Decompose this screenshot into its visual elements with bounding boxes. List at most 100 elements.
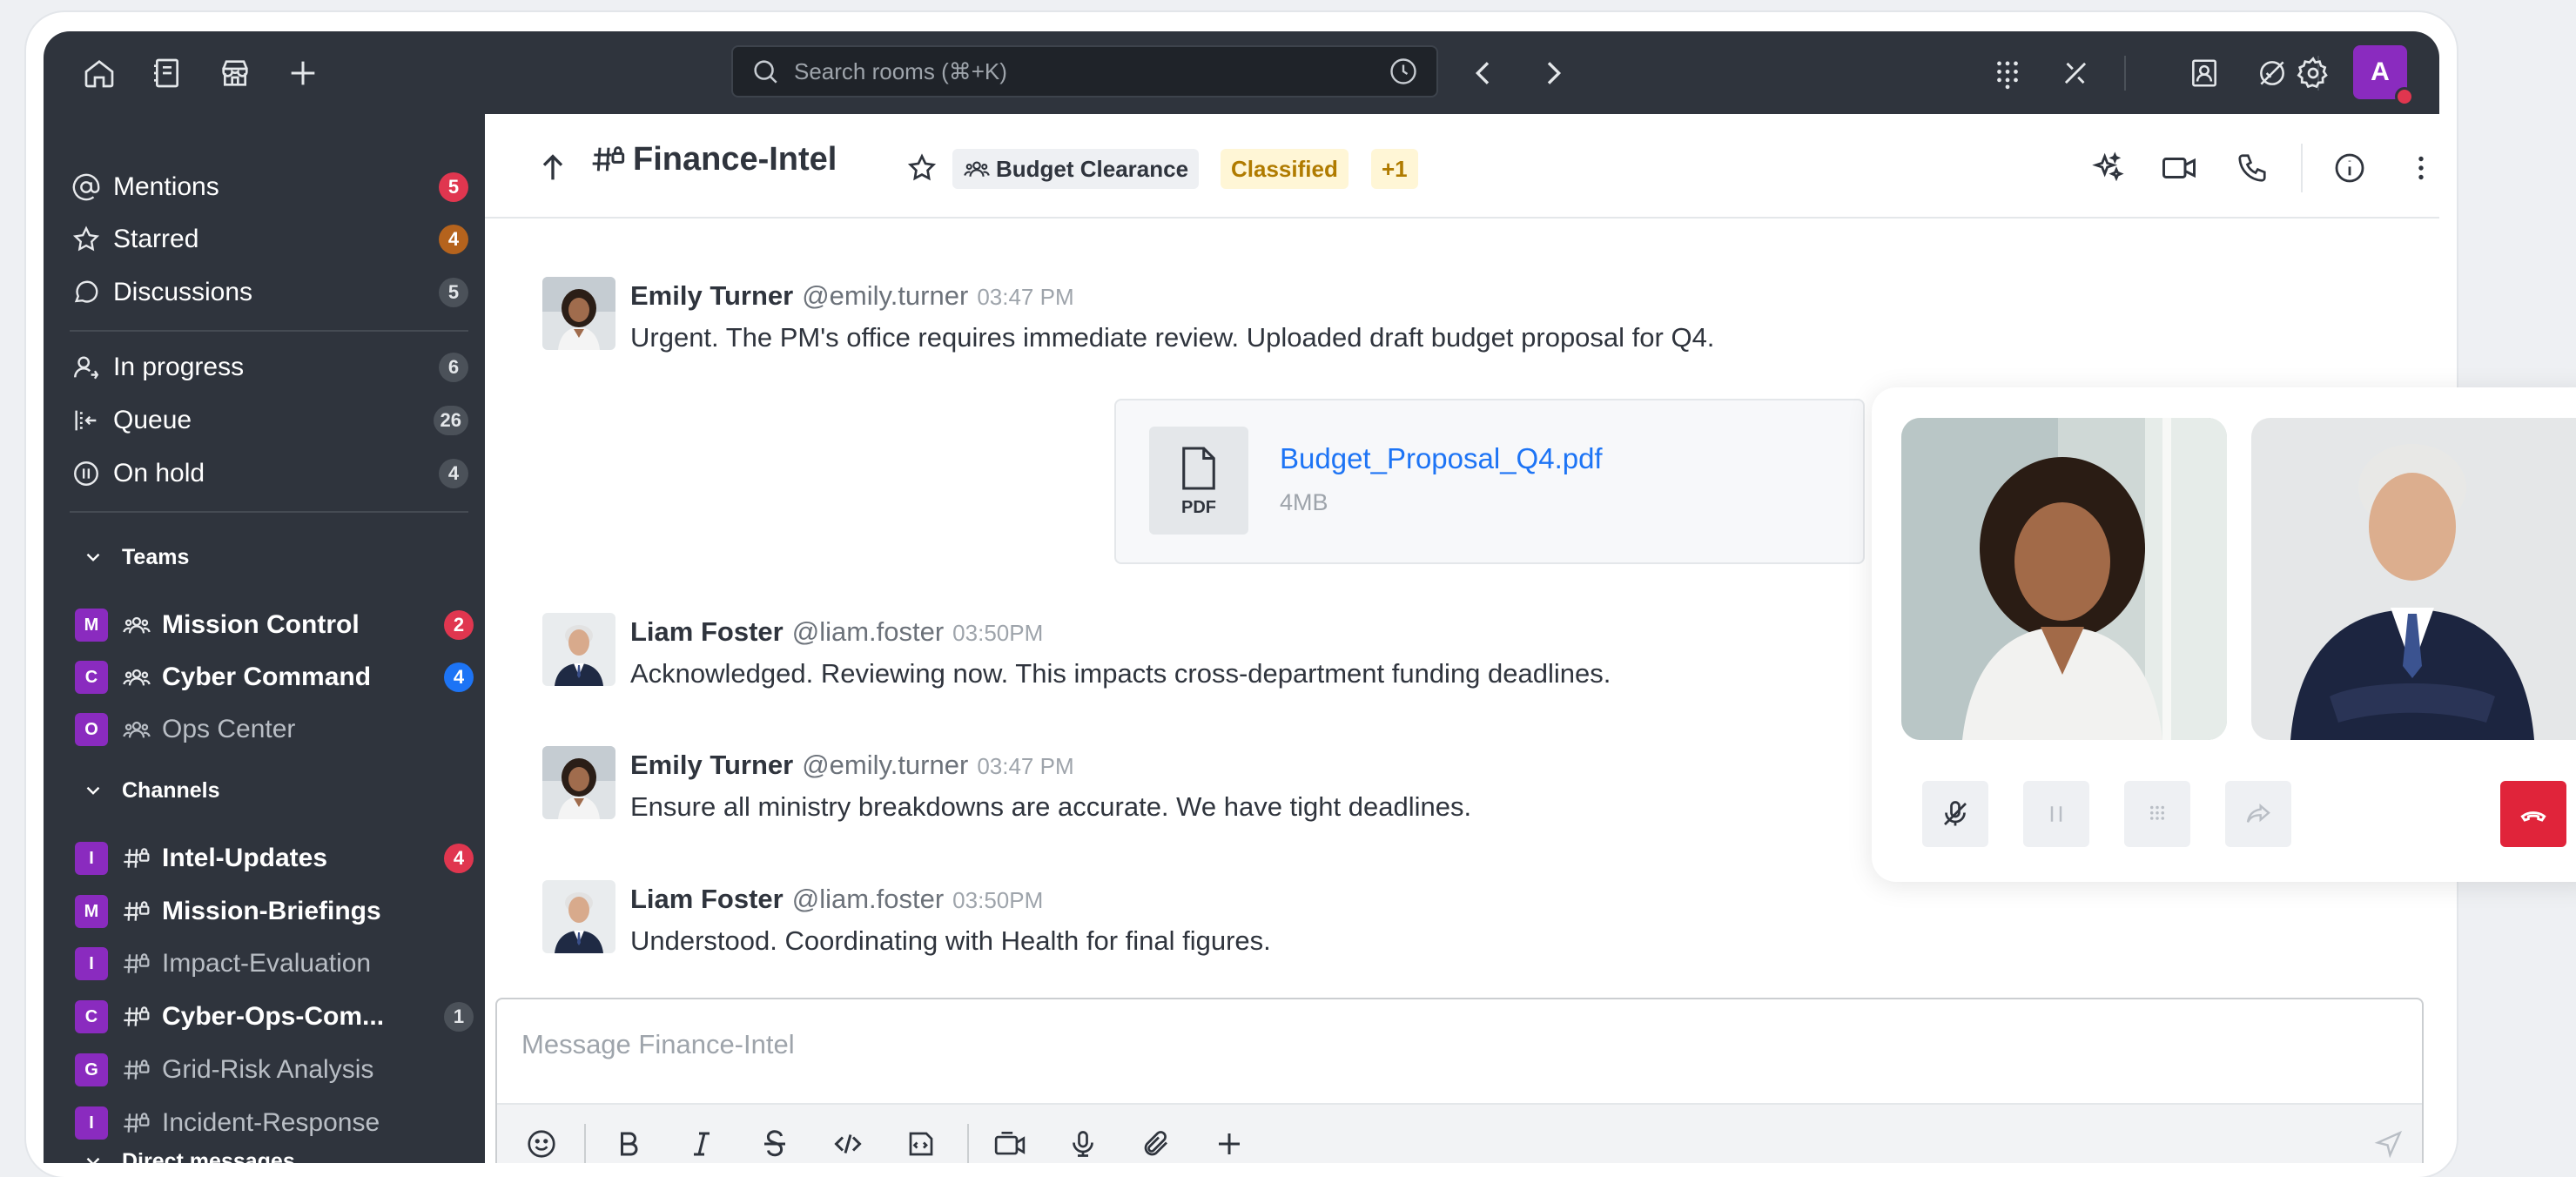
search-bar[interactable] <box>731 45 1438 98</box>
sidebar-channel-grid-risk-analysis[interactable]: G Grid-Risk Analysis <box>75 1046 474 1093</box>
participant-video-tile[interactable] <box>1901 418 2227 740</box>
composer-toolbar <box>497 1103 2422 1163</box>
plus-icon[interactable] <box>1209 1124 1249 1163</box>
message-username[interactable]: @emily.turner <box>802 750 968 780</box>
classified-chip[interactable]: Classified <box>1221 149 1349 189</box>
paperclip-icon[interactable] <box>1136 1124 1176 1163</box>
sidebar-channel-incident-response[interactable]: I Incident-Response <box>75 1100 474 1147</box>
unread-badge: 4 <box>439 225 468 254</box>
chevron-down-icon <box>80 777 106 804</box>
sidebar-channel-intel-updates[interactable]: I Intel-Updates 4 <box>75 835 474 882</box>
dialpad-icon[interactable] <box>1988 54 2027 92</box>
room-info-icon[interactable] <box>2329 147 2371 189</box>
busy-status-indicator <box>2395 87 2414 106</box>
sidebar-item-mentions[interactable]: Mentions 5 <box>70 164 468 211</box>
sidebar-channel-impact-evaluation[interactable]: I Impact-Evaluation <box>75 940 474 987</box>
sidebar-team-ops-center[interactable]: O Ops Center <box>75 706 474 753</box>
sidebar-channel-mission-briefings[interactable]: M Mission-Briefings <box>75 888 474 935</box>
video-call-panel <box>1872 387 2576 882</box>
mute-microphone-button[interactable] <box>1922 781 1988 847</box>
room-name: Incident-Response <box>162 1108 380 1137</box>
count-badge: 26 <box>433 406 468 435</box>
sidebar-divider <box>70 511 468 513</box>
contact-card-icon[interactable] <box>2185 54 2223 92</box>
message-author[interactable]: Liam Foster <box>630 616 784 647</box>
room-avatar: C <box>75 661 108 694</box>
video-call-icon[interactable] <box>2158 147 2200 189</box>
marketplace-icon[interactable] <box>216 54 254 92</box>
strikethrough-icon[interactable] <box>755 1124 795 1163</box>
room-avatar: I <box>75 947 108 980</box>
file-name-link[interactable]: Budget_Proposal_Q4.pdf <box>1280 442 1603 475</box>
avatar[interactable] <box>542 880 615 953</box>
status-off-icon[interactable] <box>2253 54 2291 92</box>
sidebar-item-on-hold[interactable]: On hold 4 <box>70 450 468 497</box>
direct-messages-section-header[interactable]: Direct messages <box>80 1148 295 1163</box>
message-author[interactable]: Emily Turner <box>630 750 793 780</box>
message-author[interactable]: Liam Foster <box>630 884 784 914</box>
create-new-icon[interactable] <box>284 54 322 92</box>
channels-section-header[interactable]: Channels <box>80 777 220 804</box>
sidebar-item-starred[interactable]: Starred 4 <box>70 216 468 263</box>
emoji-icon[interactable] <box>521 1124 562 1163</box>
call-dialpad-button[interactable] <box>2124 781 2190 847</box>
message-username[interactable]: @liam.foster <box>792 884 944 914</box>
sidebar-team-cyber-command[interactable]: C Cyber Command 4 <box>75 654 474 701</box>
send-icon[interactable] <box>2369 1124 2409 1163</box>
room-header: Finance-Intel Budget Clearance Classifie… <box>485 114 2439 219</box>
back-up-arrow-icon[interactable] <box>532 147 574 189</box>
microphone-icon[interactable] <box>1063 1124 1103 1163</box>
sidebar-item-queue[interactable]: Queue 26 <box>70 397 468 444</box>
sidebar-team-mission-control[interactable]: M Mission Control 2 <box>75 602 474 649</box>
message-time: 03:50PM <box>952 620 1044 646</box>
file-attachment[interactable]: PDF Budget_Proposal_Q4.pdf 4MB <box>1114 399 1865 564</box>
home-icon[interactable] <box>80 54 118 92</box>
message-author[interactable]: Emily Turner <box>630 280 793 311</box>
file-type-label: PDF <box>1181 497 1216 517</box>
bold-icon[interactable] <box>609 1124 649 1163</box>
favorite-star-icon[interactable] <box>901 147 943 189</box>
transfer-call-button[interactable] <box>2225 781 2291 847</box>
search-input[interactable] <box>794 57 1388 85</box>
private-channel-icon <box>120 895 153 928</box>
ai-sparkle-icon[interactable] <box>2087 147 2129 189</box>
sidebar-item-label: Starred <box>113 225 199 253</box>
phone-call-icon[interactable] <box>2231 147 2273 189</box>
sidebar-item-in-progress[interactable]: In progress 6 <box>70 344 468 391</box>
code-icon[interactable] <box>828 1124 868 1163</box>
call-forward-icon[interactable] <box>2056 54 2095 92</box>
sidebar-channel-cyber-ops[interactable]: C Cyber-Ops-Com... 1 <box>75 993 474 1040</box>
teams-section-header[interactable]: Teams <box>80 544 189 570</box>
message-username[interactable]: @liam.foster <box>792 616 944 647</box>
toolbar-divider <box>2124 56 2126 91</box>
file-size: 4MB <box>1280 489 1328 515</box>
sidebar-item-discussions[interactable]: Discussions 5 <box>70 269 468 316</box>
sidebar-item-label: Discussions <box>113 278 253 306</box>
room-name: Ops Center <box>162 715 296 743</box>
history-icon[interactable] <box>1388 56 1419 87</box>
message-username[interactable]: @emily.turner <box>802 280 968 311</box>
kebab-menu-icon[interactable] <box>2400 147 2439 189</box>
avatar[interactable] <box>542 613 615 686</box>
star-icon <box>70 223 103 256</box>
room-avatar: M <box>75 609 108 642</box>
directory-icon[interactable] <box>148 54 186 92</box>
room-name: Intel-Updates <box>162 844 328 872</box>
message-input[interactable] <box>521 1019 2393 1071</box>
avatar[interactable] <box>542 746 615 819</box>
user-avatar[interactable]: A <box>2353 45 2414 106</box>
count-badge: 6 <box>439 353 468 382</box>
participant-video-tile[interactable] <box>2251 418 2576 740</box>
italic-icon[interactable] <box>682 1124 722 1163</box>
end-call-button[interactable] <box>2500 781 2566 847</box>
more-tags-chip[interactable]: +1 <box>1371 149 1418 189</box>
team-chip[interactable]: Budget Clearance <box>952 149 1200 189</box>
private-channel-icon <box>120 1106 153 1140</box>
forward-arrow-icon[interactable] <box>1534 54 1572 92</box>
back-arrow-icon[interactable] <box>1464 54 1503 92</box>
settings-gear-icon[interactable] <box>2294 54 2332 92</box>
code-block-icon[interactable] <box>901 1124 941 1163</box>
avatar[interactable] <box>542 277 615 350</box>
hold-call-button[interactable] <box>2023 781 2089 847</box>
video-message-icon[interactable] <box>990 1124 1030 1163</box>
